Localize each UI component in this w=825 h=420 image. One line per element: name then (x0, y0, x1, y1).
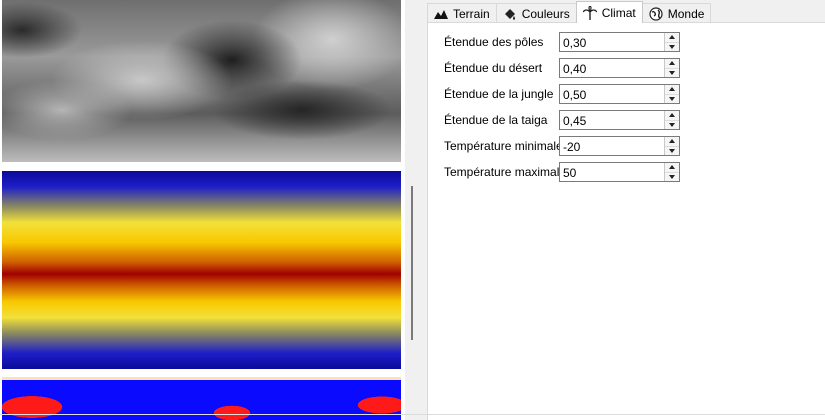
setting-row-temp-max: Température maximale 50 (444, 162, 684, 182)
setting-label: Étendue des pôles (444, 35, 544, 49)
heightmap-preview (2, 0, 401, 162)
jungle-extent-spinner[interactable]: 0,50 (559, 84, 680, 104)
spin-down-button[interactable] (665, 172, 679, 181)
arrow-down-icon (669, 122, 675, 127)
spinner-value[interactable]: 0,50 (563, 88, 586, 102)
arrow-up-icon (669, 35, 675, 40)
tab-terrain[interactable]: Terrain (427, 3, 497, 23)
arrow-down-icon (669, 70, 675, 75)
tab-terrain-label: Terrain (453, 6, 490, 21)
spinner-value[interactable]: 0,40 (563, 62, 586, 76)
arrow-down-icon (669, 44, 675, 49)
window-bottom-border (0, 414, 825, 415)
tab-couleurs[interactable]: Couleurs (495, 3, 577, 23)
climat-tab-page: Étendue des pôles 0,30 Étendue du désert… (427, 22, 825, 420)
setting-label: Température minimale (444, 139, 563, 153)
tab-strip: Terrain Couleurs Climat Monde (427, 1, 712, 23)
terrain-icon (434, 8, 448, 20)
spin-up-button[interactable] (665, 111, 679, 121)
setting-row-jungle: Étendue de la jungle 0,50 (444, 84, 684, 104)
temperature-map-preview (2, 171, 401, 369)
min-temperature-spinner[interactable]: -20 (559, 136, 680, 156)
spin-up-button[interactable] (665, 163, 679, 173)
settings-pane: Terrain Couleurs Climat Monde Étendue de… (427, 0, 825, 420)
arrow-up-icon (669, 113, 675, 118)
spin-up-button[interactable] (665, 137, 679, 147)
spinner-value[interactable]: 0,45 (563, 114, 586, 128)
setting-label: Étendue de la taiga (444, 113, 548, 127)
setting-row-desert: Étendue du désert 0,40 (444, 58, 684, 78)
arrow-up-icon (669, 165, 675, 170)
arrow-down-icon (669, 174, 675, 179)
taiga-extent-spinner[interactable]: 0,45 (559, 110, 680, 130)
arrow-down-icon (669, 148, 675, 153)
spin-up-button[interactable] (665, 33, 679, 43)
setting-label: Étendue de la jungle (444, 87, 554, 101)
tab-couleurs-label: Couleurs (521, 6, 570, 21)
arrow-up-icon (669, 61, 675, 66)
setting-label: Étendue du désert (444, 61, 543, 75)
desert-extent-spinner[interactable]: 0,40 (559, 58, 680, 78)
arrow-up-icon (669, 87, 675, 92)
tab-monde-label: Monde (667, 6, 705, 21)
map-preview-panel (0, 0, 405, 420)
setting-row-temp-min: Température minimale -20 (444, 136, 684, 156)
setting-row-taiga: Étendue de la taiga 0,45 (444, 110, 684, 130)
arrow-up-icon (669, 139, 675, 144)
spin-down-button[interactable] (665, 42, 679, 51)
spin-up-button[interactable] (665, 59, 679, 69)
spinner-value[interactable]: -20 (563, 140, 580, 154)
spinner-value[interactable]: 0,30 (563, 36, 586, 50)
tab-climat[interactable]: Climat (575, 1, 643, 23)
arrow-down-icon (669, 96, 675, 101)
spin-up-button[interactable] (665, 85, 679, 95)
paint-bucket-icon (503, 8, 517, 20)
tab-climat-label: Climat (601, 5, 636, 20)
setting-row-poles: Étendue des pôles 0,30 (444, 32, 684, 52)
spin-down-button[interactable] (665, 120, 679, 129)
spin-down-button[interactable] (665, 146, 679, 155)
setting-label: Température maximale (444, 165, 567, 179)
palm-tree-icon (582, 5, 597, 20)
spin-down-button[interactable] (665, 94, 679, 103)
spinner-value[interactable]: 50 (563, 166, 576, 180)
spin-down-button[interactable] (665, 68, 679, 77)
max-temperature-spinner[interactable]: 50 (559, 162, 680, 182)
map-scrollbar[interactable] (411, 186, 413, 340)
poles-extent-spinner[interactable]: 0,30 (559, 32, 680, 52)
globe-icon (649, 6, 663, 21)
tab-monde[interactable]: Monde (641, 3, 712, 23)
